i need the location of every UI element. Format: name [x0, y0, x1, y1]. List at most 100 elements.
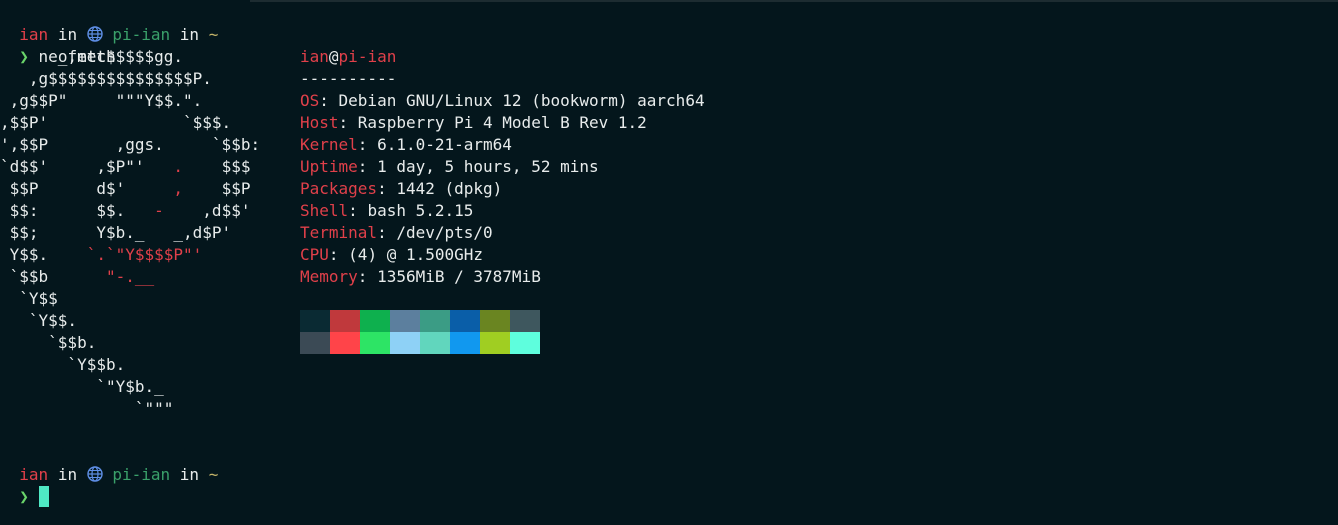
logo-line: Y$$. `.`"Y$$$$P"'	[0, 244, 260, 266]
logo-line: `Y$$b.	[0, 354, 260, 376]
info-field: Host: Raspberry Pi 4 Model B Rev 1.2	[300, 112, 705, 134]
prompt-dir: ~	[208, 465, 219, 484]
logo-line: `"Y$b._	[0, 376, 260, 398]
color-swatch	[510, 332, 540, 354]
prompt-in: in	[179, 465, 200, 484]
logo-accent: .	[173, 157, 184, 176]
info-key: Uptime	[300, 157, 358, 176]
logo-text: `d$$' ,$P"'	[0, 157, 174, 176]
logo-line: ,g$$$$$$$$$$$$$$$P.	[0, 68, 260, 90]
info-value: : 1356MiB / 3787MiB	[357, 267, 541, 286]
prompt-line: ian in pi-ian in ~	[0, 442, 218, 484]
info-key: Shell	[300, 201, 349, 220]
command-line: ❯ neofetch	[0, 24, 115, 66]
logo-text: ,$$P' `$$$.	[0, 113, 232, 132]
logo-text: `"""	[0, 399, 174, 418]
info-key: Host	[300, 113, 339, 132]
window-top-border	[250, 0, 1338, 2]
info-field: Packages: 1442 (dpkg)	[300, 178, 705, 200]
logo-accent: ,	[173, 179, 184, 198]
color-swatch	[450, 332, 480, 354]
logo-text: `$$b.	[0, 333, 97, 352]
logo-line: $$; Y$b._ _,d$P'	[0, 222, 260, 244]
logo-text: ,g$$$$$$$$$$$$$$$P.	[0, 69, 212, 88]
info-value: : bash 5.2.15	[348, 201, 474, 220]
color-swatch	[360, 332, 390, 354]
info-key: OS	[300, 91, 320, 110]
info-value: : (4) @ 1.500GHz	[328, 245, 484, 264]
logo-line: `Y$$	[0, 288, 260, 310]
info-value: : 6.1.0-21-arm64	[357, 135, 512, 154]
info-field: Kernel: 6.1.0-21-arm64	[300, 134, 705, 156]
info-field: CPU: (4) @ 1.500GHz	[300, 244, 705, 266]
logo-text: _,met$$$$$gg.	[0, 47, 184, 66]
color-swatch	[390, 310, 420, 332]
info-separator: ----------	[300, 69, 397, 88]
prompt-dir: ~	[208, 25, 219, 44]
logo-line: ,g$$P" """Y$$.".	[0, 90, 260, 112]
info-host: pi-ian	[338, 47, 397, 66]
logo-line: `$$b.	[0, 332, 260, 354]
info-key: Kernel	[300, 135, 358, 154]
color-swatch	[330, 310, 360, 332]
logo-accent: "-.__	[105, 267, 155, 286]
info-field: Terminal: /dev/pts/0	[300, 222, 705, 244]
color-swatch	[420, 332, 450, 354]
logo-text: $$P d$'	[0, 179, 174, 198]
info-key: Memory	[300, 267, 358, 286]
color-swatch	[450, 310, 480, 332]
color-swatch	[480, 310, 510, 332]
info-user: ian	[300, 47, 329, 66]
logo-text: `Y$$	[0, 289, 58, 308]
color-swatch	[360, 310, 390, 332]
color-swatch	[300, 332, 330, 354]
prompt-in: in	[179, 25, 200, 44]
debian-ascii-logo: _,met$$$$$gg. ,g$$$$$$$$$$$$$$$P. ,g$$P"…	[0, 46, 260, 420]
logo-line: `"""	[0, 398, 260, 420]
info-value: : Debian GNU/Linux 12 (bookworm) aarch64	[319, 91, 705, 110]
info-value: : /dev/pts/0	[377, 223, 493, 242]
info-field: OS: Debian GNU/Linux 12 (bookworm) aarch…	[300, 90, 705, 112]
color-swatch	[300, 310, 330, 332]
color-swatch	[480, 332, 510, 354]
info-key: Terminal	[300, 223, 378, 242]
logo-text: Y$$.	[0, 245, 87, 264]
color-swatch	[510, 310, 540, 332]
color-swatch	[420, 310, 450, 332]
logo-text: $$$	[183, 157, 251, 176]
logo-line: `$$b "-.__	[0, 266, 260, 288]
logo-text: `Y$$b.	[0, 355, 126, 374]
logo-line: `Y$$.	[0, 310, 260, 332]
logo-line: ,$$P' `$$$.	[0, 112, 260, 134]
input-line[interactable]: ❯	[0, 464, 49, 507]
prompt-host: pi-ian	[112, 465, 171, 484]
color-palette	[300, 310, 540, 354]
logo-text: ,g$$P" """Y$$.".	[0, 91, 203, 110]
prompt-line: ian in pi-ian in ~	[0, 2, 218, 44]
prompt-arrow-icon: ❯	[19, 487, 29, 506]
logo-text: $$; Y$b._ _,d$P'	[0, 223, 232, 242]
info-field: Shell: bash 5.2.15	[300, 200, 705, 222]
info-field: Uptime: 1 day, 5 hours, 52 mins	[300, 156, 705, 178]
color-swatch	[330, 332, 360, 354]
logo-line: $$: $$. - ,d$$'	[0, 200, 260, 222]
globe-icon	[87, 465, 103, 484]
info-field: Memory: 1356MiB / 3787MiB	[300, 266, 705, 288]
logo-text: `"Y$b._	[0, 377, 164, 396]
logo-line: `d$$' ,$P"' . $$$	[0, 156, 260, 178]
terminal-cursor[interactable]	[38, 486, 49, 507]
system-info: ian@pi-ian ---------- OS: Debian GNU/Lin…	[300, 46, 705, 288]
logo-text: `$$b	[0, 267, 106, 286]
logo-accent: `.`"Y$$$$P"'	[86, 245, 203, 264]
logo-text: ',$$P ,ggs. `$$b:	[0, 135, 261, 154]
logo-line: _,met$$$$$gg.	[0, 46, 260, 68]
logo-text: `Y$$.	[0, 311, 78, 330]
color-swatch	[390, 332, 420, 354]
logo-line: $$P d$' , $$P	[0, 178, 260, 200]
logo-text: $$: $$.	[0, 201, 155, 220]
prompt-host: pi-ian	[112, 25, 171, 44]
info-title: ian@pi-ian	[300, 46, 705, 68]
info-value: : 1 day, 5 hours, 52 mins	[357, 157, 599, 176]
logo-text: ,d$$'	[163, 201, 251, 220]
logo-line: ',$$P ,ggs. `$$b:	[0, 134, 260, 156]
